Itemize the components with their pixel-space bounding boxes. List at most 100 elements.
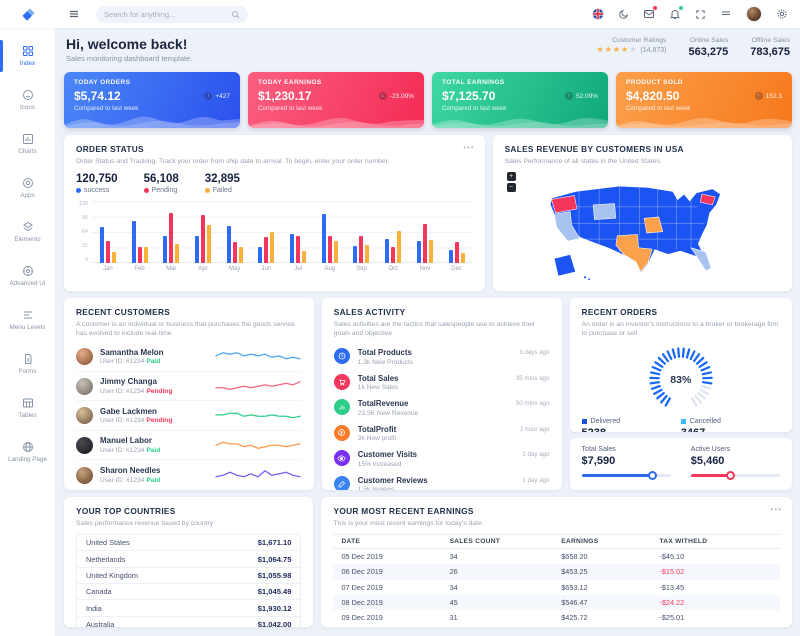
usa-map-svg[interactable] <box>505 170 780 284</box>
bar-pending-may <box>233 242 237 263</box>
stat-value: 783,675 <box>750 46 790 58</box>
cell-earnings: $546.47 <box>561 598 659 607</box>
activity-title: Total Sales <box>358 374 399 383</box>
sidebar-item-tables[interactable]: Tables <box>0 386 55 430</box>
bar-pending-sep <box>359 236 363 263</box>
global-search[interactable] <box>96 6 248 23</box>
settings-button[interactable] <box>776 8 788 20</box>
customer-sparkline <box>214 467 302 483</box>
trend-arrow-icon: ↑ <box>204 92 212 100</box>
slider-knob[interactable] <box>648 471 657 480</box>
legend-dot <box>76 188 81 193</box>
panel-title: SALES REVENUE BY CUSTOMERS IN USA <box>505 144 780 154</box>
cell-earnings: $653.12 <box>561 583 659 592</box>
total-sales-slider-block: Total Sales $7,590 <box>582 446 671 482</box>
activity-item[interactable]: TotalProfit3k New profit 1 hour ago <box>334 421 550 447</box>
activity-item[interactable]: Customer Visits15% increased 1 day ago <box>334 446 550 472</box>
legend-value: 3467 <box>681 427 780 432</box>
cell-date: 08 Dec 2019 <box>333 598 449 607</box>
customer-row[interactable]: Samantha Melon User ID: #1234Paid <box>76 342 302 372</box>
avatar <box>76 348 93 365</box>
usa-map[interactable]: + − <box>505 170 780 289</box>
apps-menu-button[interactable] <box>720 8 732 20</box>
legend-square <box>681 419 686 424</box>
customer-id: User ID: #1234 <box>100 388 144 395</box>
bar-failed-dec <box>461 253 465 264</box>
bar-failed-apr <box>207 225 211 263</box>
sidebar-toggle-button[interactable] <box>68 8 80 20</box>
avatar <box>76 467 93 484</box>
sidebar-item-icons[interactable]: Icons <box>0 78 55 122</box>
bar-success-sep <box>353 246 357 263</box>
bar-failed-oct <box>397 231 401 263</box>
slider-knob[interactable] <box>726 471 735 480</box>
notifications-badge <box>679 6 683 10</box>
status-badge: Paid <box>146 447 160 454</box>
stat-cards-row: TODAY ORDERS $5,74.12 ↑+427 Compared to … <box>64 72 792 128</box>
activity-sub: 1k New Sales <box>358 384 399 391</box>
map-zoom-out-button[interactable]: − <box>507 183 516 192</box>
language-flag-button[interactable] <box>592 8 604 20</box>
notifications-button[interactable] <box>669 8 681 20</box>
country-value: $1,671.10 <box>258 538 292 547</box>
gauge-value: 83% <box>582 374 780 386</box>
cell-earnings: $453.25 <box>561 567 659 576</box>
gear-icon <box>776 8 788 20</box>
bar-group-nov <box>417 201 433 263</box>
user-avatar[interactable] <box>746 6 762 22</box>
active-users-slider[interactable] <box>691 474 780 477</box>
sidebar-item-elements[interactable]: Elements <box>0 210 55 254</box>
avatar <box>76 378 93 395</box>
sidebar-label: Menu Levels <box>10 324 46 331</box>
activity-item[interactable]: Total Products1.3k New Products 3 days a… <box>334 344 550 370</box>
panel-subtitle: Order Status and Tracking. Track your or… <box>76 157 473 166</box>
stat-value: 56,108 <box>144 173 179 185</box>
bar-group-oct <box>385 201 401 263</box>
customer-sparkline <box>214 349 302 365</box>
search-input[interactable] <box>104 10 214 19</box>
customer-row[interactable]: Manuel Labor User ID: #1234Paid <box>76 431 302 461</box>
activity-item[interactable]: Total Sales1k New Sales 35 mins ago <box>334 370 550 396</box>
bar-success-apr <box>195 236 199 264</box>
sidebar-item-apps[interactable]: Apps <box>0 166 55 210</box>
bar-failed-jul <box>302 251 306 263</box>
sidebar-item-landing-page[interactable]: Landing Page <box>0 430 55 474</box>
welcome-header: Hi, welcome back! Sales monitoring dashb… <box>64 36 792 66</box>
state-alaska <box>554 255 575 276</box>
customer-row[interactable]: Sharon Needles User ID: #1234Paid <box>76 460 302 490</box>
customer-row[interactable]: Gabe Lackmen User ID: #1234Pending <box>76 401 302 431</box>
dark-mode-button[interactable] <box>618 9 629 20</box>
slider-label: Active Users <box>691 446 780 453</box>
sidebar-item-forms[interactable]: Forms <box>0 342 55 386</box>
customer-name: Samantha Melon <box>100 348 164 357</box>
country-row: United States$1,671.10 <box>77 535 300 551</box>
more-options-icon[interactable]: ••• <box>771 505 782 514</box>
activity-item[interactable]: TotalRevenue23.5K New Revenue 50 mins ag… <box>334 395 550 421</box>
map-zoom-in-button[interactable]: + <box>507 172 516 181</box>
app-logo[interactable] <box>0 7 56 22</box>
status-badge: Pending <box>146 388 172 395</box>
stat-value: 563,275 <box>688 46 728 58</box>
sidebar-item-advanced-ui[interactable]: Advanced UI <box>0 254 55 298</box>
sidebar-item-index[interactable]: Index <box>0 34 55 78</box>
customer-row[interactable]: Jimmy Changa User ID: #1234Pending <box>76 372 302 402</box>
sidebar-item-menu-levels[interactable]: Menu Levels <box>0 298 55 342</box>
stat-label: Offline Sales <box>750 37 790 44</box>
panel-title: ORDER STATUS <box>76 144 473 154</box>
activity-item[interactable]: Customer Reviews1.5k reviews 1 day ago <box>334 472 550 490</box>
success-stat: 120,750 success <box>76 173 118 194</box>
fullscreen-button[interactable] <box>695 9 706 20</box>
messages-button[interactable] <box>643 8 655 20</box>
total-sales-slider[interactable] <box>582 474 671 477</box>
sidebar-item-charts[interactable]: Charts <box>0 122 55 166</box>
bar-success-may <box>227 226 231 263</box>
activity-time: 50 mins ago <box>516 399 550 407</box>
stat-card-product-sold: PRODUCT SOLD $4,820.50 ↑152.3 Compared t… <box>616 72 792 128</box>
stat-label: success <box>84 187 109 194</box>
panel-subtitle: Sales Performance of all states in the U… <box>505 157 780 166</box>
globe-icon <box>22 441 34 453</box>
more-options-icon[interactable]: ••• <box>463 143 474 152</box>
list-icon <box>22 309 34 321</box>
customer-name: Manuel Labor <box>100 436 160 445</box>
search-icon[interactable] <box>231 10 240 19</box>
